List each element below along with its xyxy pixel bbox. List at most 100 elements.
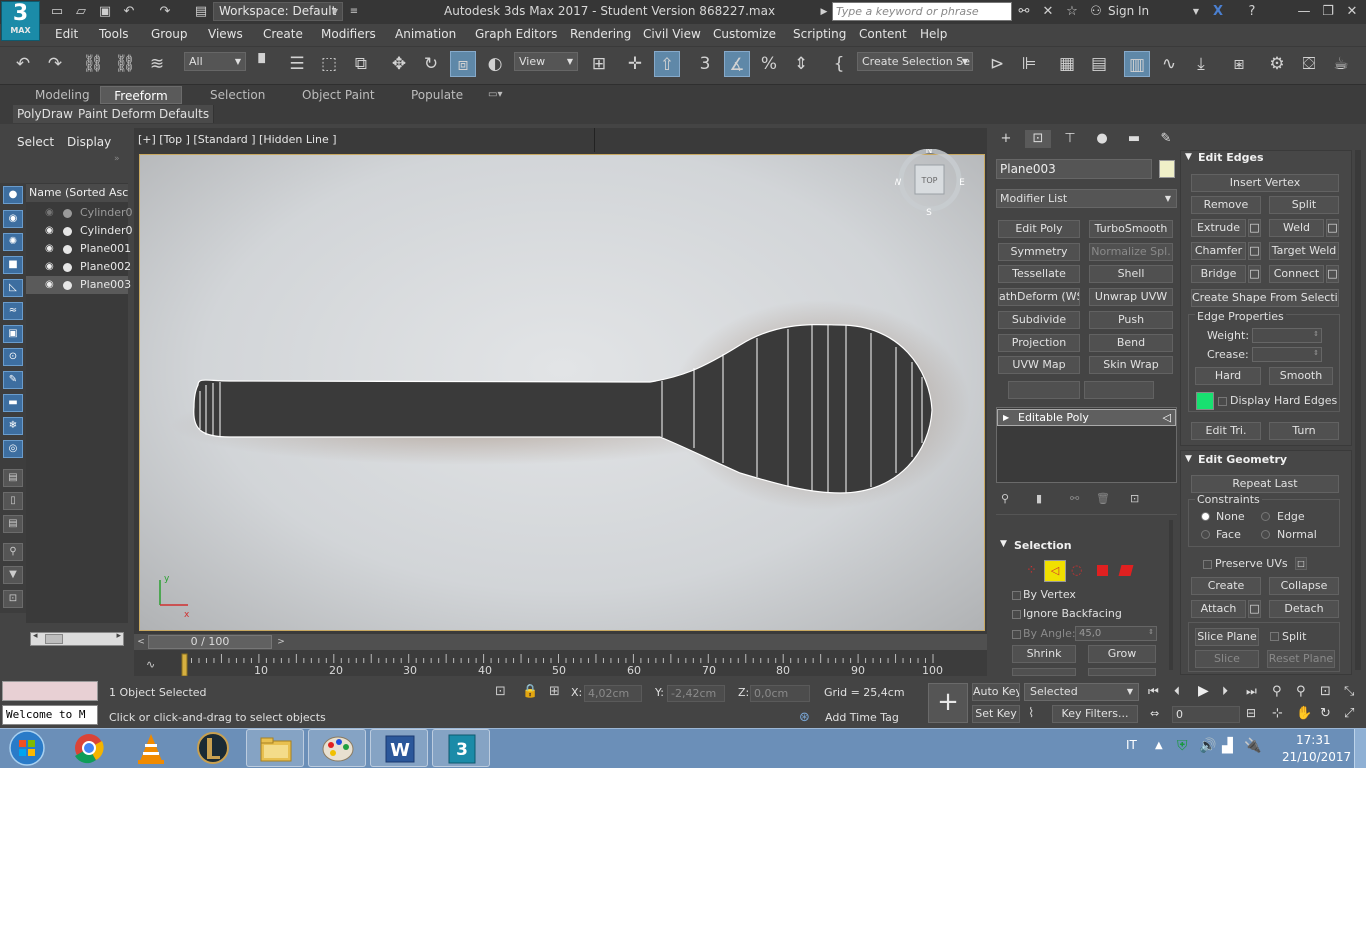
utilities-panel-icon[interactable]: ✎ <box>1153 130 1179 148</box>
selection-filter-dropdown[interactable]: All ▼ <box>184 52 246 71</box>
spinner-arrows-icon[interactable]: ⇕ <box>1313 347 1319 360</box>
list-item[interactable]: ◉ Plane002 <box>26 258 131 276</box>
spinner-snap-icon[interactable]: ⇕ <box>788 51 814 77</box>
create-shape-from-selection-button[interactable]: Create Shape From Selection <box>1191 289 1339 307</box>
snaps-toggle-icon[interactable]: 3 <box>692 51 718 77</box>
keyword-search-input[interactable]: Type a keyword or phrase <box>832 2 1012 21</box>
by-angle-spinner[interactable]: 45,0 ⇕ <box>1075 626 1157 641</box>
key-mode-dropdown[interactable]: Selected ▼ <box>1024 683 1139 701</box>
create-button[interactable]: Create <box>1191 577 1261 595</box>
by-vertex-checkbox[interactable] <box>1012 591 1021 600</box>
tab-selection[interactable]: Selection <box>210 86 265 104</box>
subtab-defaults[interactable]: Defaults <box>155 105 215 123</box>
pin-stack-icon[interactable]: ⚲ <box>1001 492 1009 505</box>
zoom-all-icon[interactable]: ⚲ <box>1296 684 1306 699</box>
scene-explorer-icon[interactable]: ▦ <box>1054 51 1080 77</box>
go-to-start-icon[interactable]: ⏮ <box>1148 684 1159 699</box>
file-explorer-taskbar-icon[interactable] <box>246 729 304 767</box>
hard-button[interactable]: Hard <box>1195 367 1261 385</box>
scene-explorer-select-menu[interactable]: Select <box>17 135 54 149</box>
display-frozen-icon[interactable]: ❄ <box>3 417 23 435</box>
display-bones-icon[interactable]: ✎ <box>3 371 23 389</box>
modifier-uvw-map-button[interactable]: UVW Map <box>998 356 1080 374</box>
network-signal-icon[interactable]: ▟ <box>1222 738 1233 754</box>
display-panel-icon[interactable]: ▬ <box>1121 130 1147 148</box>
by-angle-checkbox[interactable] <box>1012 630 1021 639</box>
edit-tri-button[interactable]: Edit Tri. <box>1191 422 1261 440</box>
unlink-icon[interactable]: ⛓ <box>112 51 138 77</box>
save-file-icon[interactable]: ▣ <box>96 3 114 21</box>
modify-panel-icon[interactable]: ⊡ <box>1025 130 1051 148</box>
chamfer-button[interactable]: Chamfer <box>1191 242 1246 260</box>
list-item[interactable]: ◉ Cylinder0 <box>26 222 133 240</box>
display-hard-edges-checkbox[interactable] <box>1218 397 1227 406</box>
command-panel-scrollbar[interactable] <box>1355 150 1361 670</box>
zoom-extents-icon[interactable]: ⊡ <box>1320 684 1331 699</box>
crease-spinner[interactable]: ⇕ <box>1252 347 1322 362</box>
previous-frame-arrow-icon[interactable]: < <box>134 635 148 649</box>
hierarchy-panel-icon[interactable]: ⊤ <box>1057 130 1083 148</box>
modifier-empty-button[interactable] <box>1084 381 1154 399</box>
grow-button[interactable]: Grow <box>1088 645 1156 663</box>
display-none-toggle-icon[interactable]: ▯ <box>3 492 23 510</box>
bridge-button[interactable]: Bridge <box>1191 265 1246 283</box>
go-to-end-icon[interactable]: ⏭ <box>1246 684 1257 699</box>
connect-button[interactable]: Connect <box>1269 265 1324 283</box>
reference-coordinate-dropdown[interactable]: View ▼ <box>514 52 578 71</box>
freeze-toggle-icon[interactable] <box>63 263 72 272</box>
paint-taskbar-icon[interactable] <box>308 729 366 767</box>
league-of-legends-taskbar-icon[interactable] <box>184 729 242 767</box>
schematic-view-icon[interactable]: ⤓ <box>1188 51 1214 77</box>
open-file-icon[interactable]: ▱ <box>72 3 90 21</box>
rectangular-selection-icon[interactable]: ⬚ <box>316 51 342 77</box>
viewcube[interactable]: TOP N E S W <box>893 146 966 218</box>
mirror-icon[interactable]: ⊳ <box>984 51 1010 77</box>
set-keys-button[interactable]: + <box>928 683 968 723</box>
menu-graph-editors[interactable]: Graph Editors <box>475 27 557 41</box>
freeze-toggle-icon[interactable] <box>63 281 72 290</box>
menu-rendering[interactable]: Rendering <box>570 27 631 41</box>
key-tangent-icon[interactable]: ⌇ <box>1028 706 1034 721</box>
spinner-arrows-icon[interactable]: ⇕ <box>1148 626 1154 639</box>
ring-button-partial[interactable] <box>1012 668 1076 676</box>
play-icon[interactable]: ▶ <box>1198 683 1209 699</box>
modifier-subdivide-button[interactable]: Subdivide <box>998 311 1080 329</box>
stack-item-editable-poly[interactable]: ▶ Editable Poly ◁ <box>997 409 1176 426</box>
time-slider[interactable]: 0 / 100 <box>148 635 272 649</box>
named-selection-dropdown[interactable]: Create Selection Se ▼ <box>857 52 973 71</box>
scroll-thumb[interactable] <box>45 634 63 644</box>
constraint-face-radio[interactable] <box>1201 530 1210 539</box>
exchange-apps-icon[interactable]: X <box>1208 3 1228 21</box>
antivirus-tray-icon[interactable]: ⛨ <box>1177 738 1188 754</box>
viewport-label[interactable]: [+] [Top ] [Standard ] [Hidden Line ] <box>138 133 337 146</box>
modifier-pathdeform-button[interactable]: athDeform (WSM <box>998 288 1080 306</box>
rollout-collapse-icon[interactable]: ▼ <box>1000 539 1007 549</box>
edit-edges-title[interactable]: Edit Edges <box>1198 151 1264 164</box>
restore-icon[interactable]: ❐ <box>1318 3 1338 21</box>
render-production-icon[interactable]: ☕ <box>1328 51 1354 77</box>
subtab-paint-deform[interactable]: Paint Deform <box>74 105 162 123</box>
constraint-edge-radio[interactable] <box>1261 512 1270 521</box>
menu-edit[interactable]: Edit <box>55 27 78 41</box>
viewcube-face-label[interactable]: TOP <box>920 176 937 185</box>
display-helpers-icon[interactable]: ◺ <box>3 279 23 297</box>
window-crossing-icon[interactable]: ⧉ <box>348 51 374 77</box>
modifier-bend-button[interactable]: Bend <box>1089 334 1173 352</box>
layer-explorer-icon[interactable]: ▤ <box>1086 51 1112 77</box>
show-end-result-icon[interactable]: ▮ <box>1036 492 1042 505</box>
list-item[interactable]: ◉ Cylinder0 <box>26 204 133 222</box>
insert-vertex-button[interactable]: Insert Vertex <box>1191 174 1339 192</box>
start-button[interactable] <box>0 729 56 767</box>
expand-search-icon[interactable]: ▶ <box>814 3 834 21</box>
modifier-push-button[interactable]: Push <box>1089 311 1173 329</box>
3ds-max-taskbar-icon[interactable]: 3 <box>432 729 490 767</box>
select-manipulate-icon[interactable]: ✛ <box>622 51 648 77</box>
make-unique-icon[interactable]: ⚯ <box>1070 492 1079 505</box>
redo-icon[interactable]: ↷ <box>156 3 174 21</box>
constraint-none-radio[interactable] <box>1201 512 1210 521</box>
menu-tools[interactable]: Tools <box>99 27 129 41</box>
configure-modifier-sets-icon[interactable]: ⊡ <box>1130 492 1139 505</box>
ignore-backfacing-checkbox[interactable] <box>1012 610 1021 619</box>
communication-center-icon[interactable]: ✕ <box>1038 3 1058 21</box>
connect-settings-icon[interactable]: □ <box>1326 265 1339 283</box>
